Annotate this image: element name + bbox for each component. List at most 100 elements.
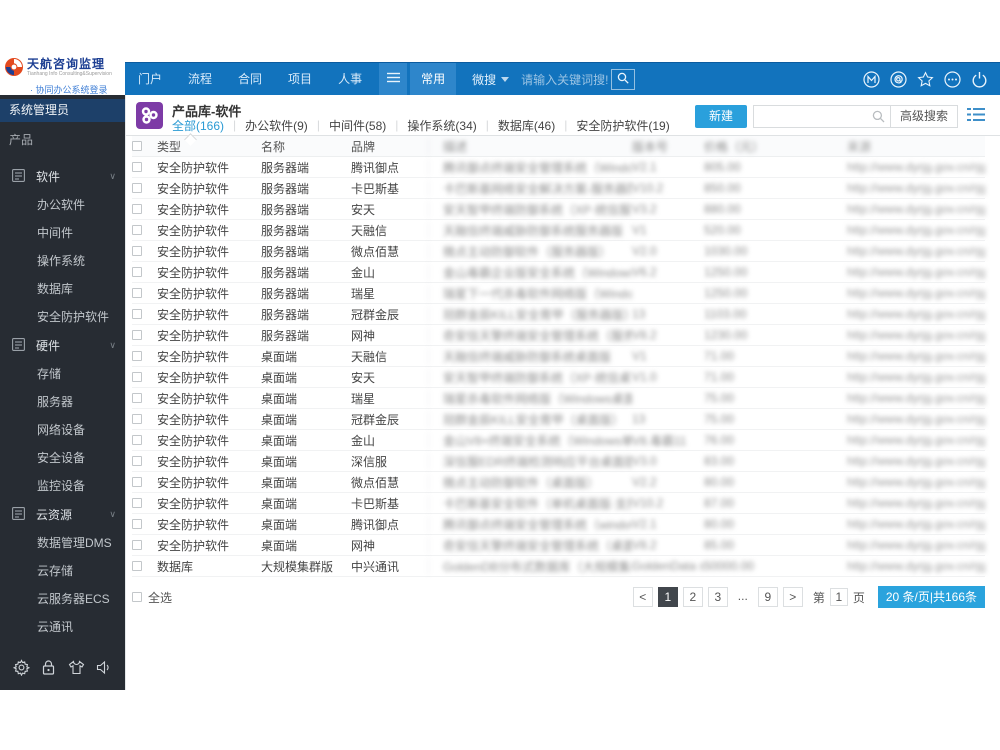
- sidebar-item-中间件[interactable]: 中间件: [0, 219, 125, 247]
- sidebar-item-办公软件[interactable]: 办公软件: [0, 191, 125, 219]
- nav-item-门户[interactable]: 门户: [125, 63, 175, 95]
- cell-src: http://www.dyrjg.gov.cn/rjg/: [847, 538, 985, 552]
- table-search-control: 高级搜索: [752, 104, 958, 128]
- table-row: 安全防护软件 桌面端 网神 奇安信天擎终端安全管理系统（桌面版）V8.2 85.00 ht…: [132, 535, 985, 556]
- sidebar-group-硬件[interactable]: 硬件 ∨: [0, 331, 125, 360]
- sidebar-item-安全设备[interactable]: 安全设备: [0, 444, 125, 472]
- table-body: 安全防护软件服务器端腾讯御点腾讯御点终端安全管理系统（Windows版）V2.1…: [132, 157, 985, 577]
- cell-price: 880.00: [704, 202, 741, 216]
- row-checkbox[interactable]: [132, 435, 142, 445]
- tab-数据库(46)[interactable]: 数据库(46): [498, 117, 555, 134]
- cell-type: 安全防护软件: [157, 349, 230, 364]
- page-button-2[interactable]: 2: [682, 587, 703, 607]
- tab-办公软件(9)[interactable]: 办公软件(9): [245, 117, 308, 134]
- nav-item-项目[interactable]: 项目: [275, 63, 325, 95]
- row-checkbox[interactable]: [132, 225, 142, 235]
- page-button-3[interactable]: 3: [707, 587, 728, 607]
- row-checkbox-cell: [132, 246, 157, 256]
- table-row: 安全防护软件 服务器端 瑞星 瑞星下一代杀毒软件网络版（Windows服务器） 1250…: [132, 283, 985, 304]
- tab-安全防护软件(19)[interactable]: 安全防护软件(19): [576, 117, 669, 134]
- list-view-toggle-icon[interactable]: [967, 107, 985, 125]
- apps-menu-button[interactable]: [379, 63, 408, 95]
- cell-desc: 腾讯御点终端安全管理系统（windows版）V2.1: [428, 515, 632, 533]
- row-checkbox[interactable]: [132, 561, 142, 571]
- lock-icon[interactable]: [40, 659, 57, 676]
- sidebar-item-监控设备[interactable]: 监控设备: [0, 472, 125, 500]
- page-prev-button[interactable]: <: [632, 587, 653, 607]
- page-button-9[interactable]: 9: [757, 587, 778, 607]
- favorites-star-icon[interactable]: [917, 70, 934, 88]
- chevron-down-icon: [501, 76, 510, 82]
- theme-shirt-icon[interactable]: [68, 659, 85, 676]
- row-checkbox[interactable]: [132, 351, 142, 361]
- row-checkbox[interactable]: [132, 162, 142, 172]
- tab-操作系统(34)[interactable]: 操作系统(34): [407, 117, 476, 134]
- cell-brand: 瑞星: [351, 286, 376, 301]
- row-checkbox[interactable]: [132, 183, 142, 193]
- search-icon[interactable]: [872, 106, 890, 127]
- per-page-summary[interactable]: 20 条/页|共166条: [877, 586, 985, 608]
- gear-icon[interactable]: [13, 658, 31, 676]
- sidebar-group-软件[interactable]: 软件 ∨: [0, 162, 125, 191]
- row-checkbox[interactable]: [132, 456, 142, 466]
- sidebar-item-云通讯[interactable]: 云通讯: [0, 613, 125, 641]
- tab-全部(166)[interactable]: 全部(166): [172, 117, 224, 134]
- page-next-button[interactable]: >: [782, 587, 803, 607]
- column-header-6: 价格（元）: [704, 139, 765, 154]
- sound-speaker-icon[interactable]: [95, 659, 112, 676]
- cell-name: 桌面端: [261, 538, 298, 553]
- sidebar-item-存储[interactable]: 存储: [0, 360, 125, 388]
- cell-desc: 奇安信天擎终端安全管理系统（服务器）: [428, 326, 632, 344]
- sidebar-item-数据库[interactable]: 数据库: [0, 275, 125, 303]
- row-checkbox[interactable]: [132, 246, 142, 256]
- sidebar-item-安全防护软件[interactable]: 安全防护软件: [0, 303, 125, 331]
- app-window: 天航咨询监理 Tianhang Info Consulting&Supervis…: [0, 0, 1000, 750]
- power-logout-icon[interactable]: [971, 71, 988, 88]
- nav-item-人事[interactable]: 人事: [325, 63, 375, 95]
- search-scope-dropdown[interactable]: 微搜: [472, 71, 510, 88]
- sidebar-item-服务器[interactable]: 服务器: [0, 388, 125, 416]
- page-jump-input[interactable]: 1: [829, 588, 848, 606]
- sidebar-item-数据管理DMS[interactable]: 数据管理DMS: [0, 529, 125, 557]
- search-input[interactable]: 请输入关键词搜!: [521, 71, 608, 88]
- message-icon[interactable]: [890, 70, 907, 88]
- row-checkbox-cell: [132, 267, 157, 277]
- product-library-icon: [136, 102, 163, 132]
- row-checkbox[interactable]: [132, 204, 142, 214]
- cell-src: http://www.dyrjg.gov.cn/rjg/: [847, 328, 985, 342]
- search-button[interactable]: [611, 68, 636, 90]
- table-row: 安全防护软件 服务器端 微点佰慧 微点主动防御软件（服务器版） V2.0 1030.00 h…: [132, 241, 985, 262]
- row-checkbox[interactable]: [132, 414, 142, 424]
- cell-ver: V6.2: [632, 265, 657, 279]
- sidebar-item-云服务器ECS[interactable]: 云服务器ECS: [0, 585, 125, 613]
- select-all-checkbox[interactable]: [132, 592, 142, 602]
- row-checkbox[interactable]: [132, 498, 142, 508]
- sidebar-item-操作系统[interactable]: 操作系统: [0, 247, 125, 275]
- row-checkbox[interactable]: [132, 267, 142, 277]
- nav-item-流程[interactable]: 流程: [175, 63, 225, 95]
- page-button-1[interactable]: 1: [657, 587, 678, 607]
- table-search-input[interactable]: [753, 105, 872, 127]
- row-checkbox[interactable]: [132, 372, 142, 382]
- row-checkbox[interactable]: [132, 540, 142, 550]
- row-checkbox[interactable]: [132, 519, 142, 529]
- more-options-icon[interactable]: [944, 70, 961, 88]
- tab-中间件(58)[interactable]: 中间件(58): [329, 117, 386, 134]
- row-checkbox[interactable]: [132, 393, 142, 403]
- cell-type: 安全防护软件: [157, 223, 230, 238]
- sidebar-group-云资源[interactable]: 云资源 ∨: [0, 500, 125, 529]
- row-checkbox[interactable]: [132, 288, 142, 298]
- row-checkbox[interactable]: [132, 477, 142, 487]
- nav-item-common[interactable]: 常用: [410, 63, 457, 95]
- header-checkbox[interactable]: [132, 141, 142, 151]
- sidebar-item-网络设备[interactable]: 网络设备: [0, 416, 125, 444]
- sidebar-item-云存储[interactable]: 云存储: [0, 557, 125, 585]
- advanced-search-button[interactable]: 高级搜索: [889, 105, 957, 127]
- sidebar-section-product[interactable]: 产品: [0, 122, 125, 154]
- row-checkbox[interactable]: [132, 330, 142, 340]
- column-header-7: 来源: [847, 139, 872, 154]
- row-checkbox[interactable]: [132, 309, 142, 319]
- m-badge-icon[interactable]: [863, 70, 880, 88]
- nav-item-合同[interactable]: 合同: [225, 63, 275, 95]
- new-button[interactable]: 新建: [694, 104, 747, 128]
